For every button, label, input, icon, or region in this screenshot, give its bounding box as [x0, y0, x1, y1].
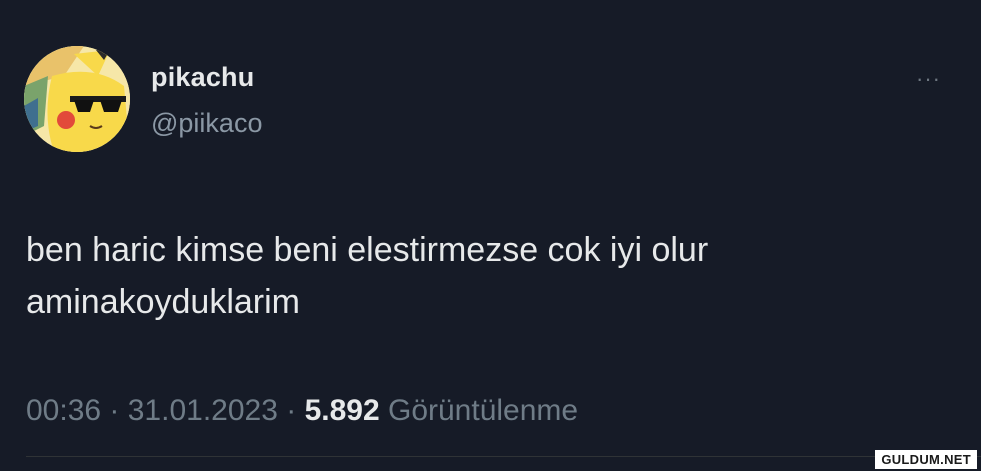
- tweet-text-line-2: aminakoyduklarim: [26, 283, 300, 321]
- user-handle[interactable]: @piikaco: [151, 108, 262, 139]
- divider: [26, 456, 981, 457]
- tweet-card: pikachu @piikaco ··· ben haric kimse ben…: [0, 0, 981, 471]
- tweet-text-line-1: ben haric kimse beni elestirmezse cok iy…: [26, 231, 709, 269]
- meta-separator: ·: [277, 394, 305, 427]
- tweet-time[interactable]: 00:36: [26, 394, 101, 427]
- views-count: 5.892: [304, 394, 380, 427]
- meta-separator: ·: [101, 394, 128, 427]
- pikachu-avatar-icon: [24, 46, 130, 152]
- display-name[interactable]: pikachu: [151, 62, 254, 93]
- tweet-text: ben haric kimse beni elestirmezse cok iy…: [26, 224, 906, 328]
- avatar[interactable]: [24, 46, 130, 152]
- watermark: GULDUM.NET: [875, 450, 977, 469]
- tweet-meta: 00:36 · 31.01.2023 · 5.892 Görüntülenme: [26, 394, 578, 428]
- more-options-icon[interactable]: ···: [916, 66, 956, 91]
- views-label: Görüntülenme: [379, 394, 579, 427]
- tweet-date[interactable]: 31.01.2023: [128, 394, 278, 427]
